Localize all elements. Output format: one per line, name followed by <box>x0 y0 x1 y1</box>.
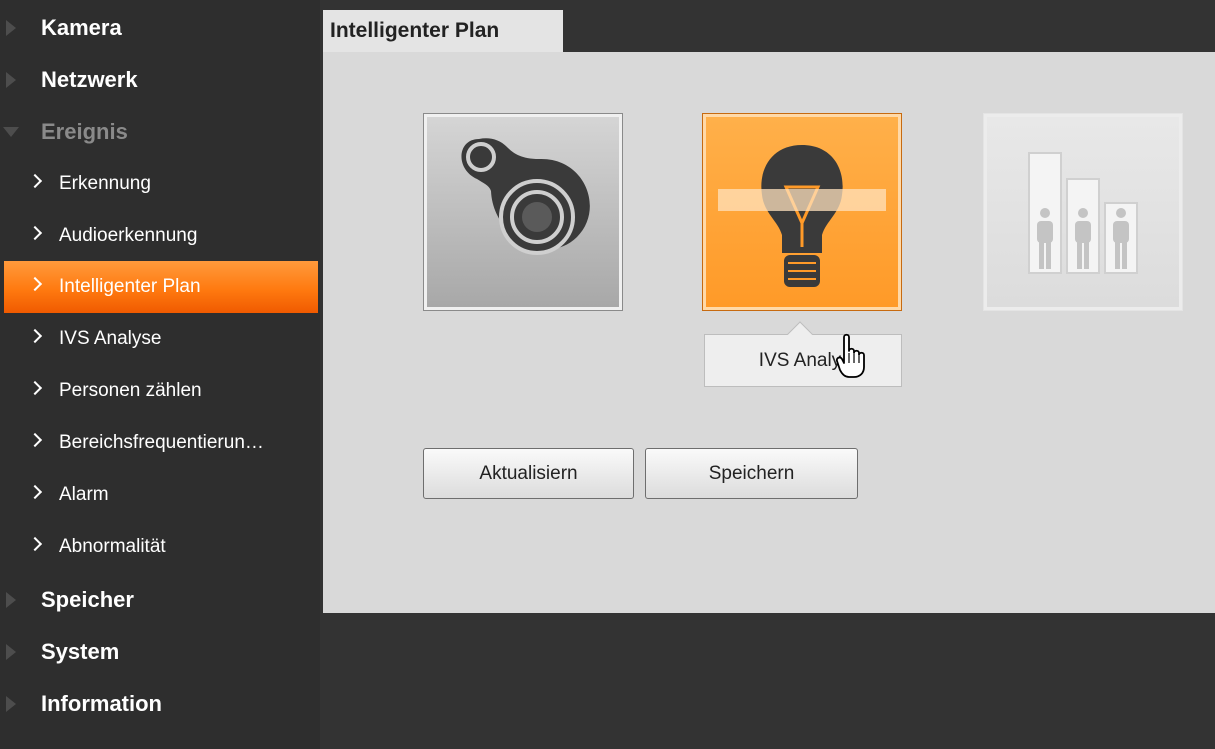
tooltip-text: IVS Analy <box>758 349 842 371</box>
sidebar-item-erkennung[interactable]: Erkennung <box>0 158 320 210</box>
expand-triangle-icon <box>6 592 16 608</box>
tile-face <box>706 117 898 307</box>
sidebar-item-alarm[interactable]: Alarm <box>0 469 320 521</box>
scene-tile-ivs[interactable] <box>702 113 902 311</box>
chevron-right-icon <box>27 536 43 552</box>
tab-intelligenter-plan[interactable]: Intelligenter Plan <box>323 10 563 52</box>
sidebar-item-label: Personen zählen <box>59 380 202 401</box>
sidebar-group-ereignis[interactable]: Ereignis <box>0 106 320 158</box>
lightbulb-icon <box>718 145 886 287</box>
scene-tile-general[interactable] <box>423 113 623 311</box>
chevron-right-icon <box>27 225 43 241</box>
sidebar-group-label: System <box>41 639 120 664</box>
sidebar-group-label: Information <box>41 691 162 716</box>
sidebar-item-abnormalitaet[interactable]: Abnormalität <box>0 521 320 573</box>
sidebar-item-bereichsfrequentierung[interactable]: Bereichsfrequentierun… <box>0 417 320 469</box>
sidebar-group-label: Speicher <box>41 587 134 612</box>
scene-tile-people-counting <box>983 113 1183 311</box>
sidebar-item-label: Bereichsfrequentierun… <box>59 432 264 453</box>
people-counting-icon <box>1028 152 1138 274</box>
hand-pointer-cursor-icon <box>835 333 865 378</box>
sidebar-item-label: Alarm <box>59 484 109 505</box>
sidebar: Kamera Netzwerk Ereignis Erkennung Audio… <box>0 0 320 749</box>
expand-triangle-icon <box>6 72 16 88</box>
tooltip-arrow <box>787 321 813 347</box>
chevron-right-icon <box>27 380 43 396</box>
content-panel: IVS Analy Aktualisiern Speichern <box>323 52 1215 613</box>
chevron-right-icon <box>27 484 43 500</box>
sidebar-item-intelligenter-plan[interactable]: Intelligenter Plan <box>4 261 318 313</box>
tab-label: Intelligenter Plan <box>330 19 500 42</box>
sidebar-group-speicher[interactable]: Speicher <box>0 574 320 626</box>
sidebar-item-ivs-analyse[interactable]: IVS Analyse <box>0 313 320 365</box>
sidebar-group-netzwerk[interactable]: Netzwerk <box>0 54 320 106</box>
sidebar-group-information[interactable]: Information <box>0 678 320 730</box>
refresh-button[interactable]: Aktualisiern <box>423 448 634 499</box>
expand-triangle-icon <box>6 696 16 712</box>
camera-lens-icon <box>461 138 590 255</box>
sidebar-item-label: Audioerkennung <box>59 225 198 246</box>
sidebar-item-personen-zaehlen[interactable]: Personen zählen <box>0 365 320 417</box>
tile-face <box>987 117 1179 307</box>
expand-triangle-icon <box>6 644 16 660</box>
save-button[interactable]: Speichern <box>645 448 858 499</box>
tile-tooltip: IVS Analy <box>704 321 902 387</box>
app-window: Kamera Netzwerk Ereignis Erkennung Audio… <box>0 0 1215 749</box>
sidebar-group-system[interactable]: System <box>0 626 320 678</box>
tab-bar: Intelligenter Plan <box>323 10 1215 52</box>
sidebar-item-audioerkennung[interactable]: Audioerkennung <box>0 210 320 262</box>
sidebar-item-label: Erkennung <box>59 173 151 194</box>
sidebar-group-label: Kamera <box>41 15 122 40</box>
sidebar-group-label: Ereignis <box>41 119 128 144</box>
tile-face <box>427 117 619 307</box>
sidebar-group-label: Netzwerk <box>41 67 138 92</box>
chevron-right-icon <box>27 432 43 448</box>
sidebar-item-label: Abnormalität <box>59 536 166 557</box>
sidebar-item-label: IVS Analyse <box>59 328 162 349</box>
sidebar-item-label: Intelligenter Plan <box>59 276 201 297</box>
expand-triangle-icon <box>6 20 16 36</box>
collapse-triangle-icon <box>3 127 19 137</box>
chevron-right-icon <box>27 276 43 292</box>
chevron-right-icon <box>27 328 43 344</box>
sidebar-group-kamera[interactable]: Kamera <box>0 2 320 54</box>
chevron-right-icon <box>27 173 43 189</box>
